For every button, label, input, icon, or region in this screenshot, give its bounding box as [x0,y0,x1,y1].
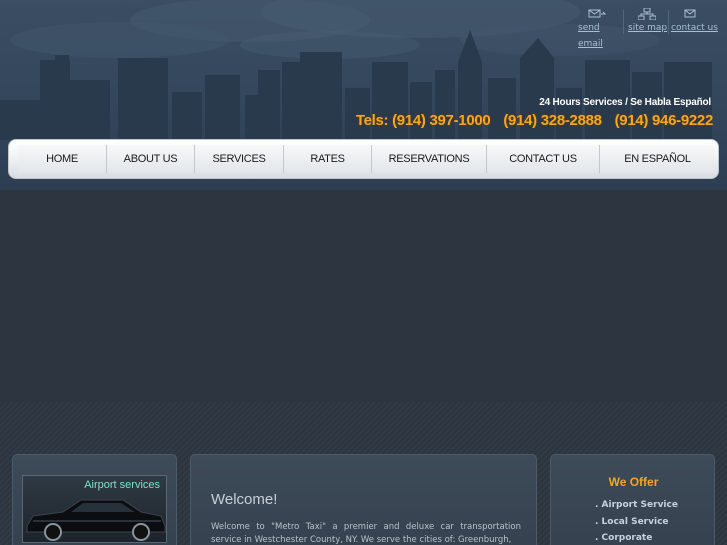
offer-item-corporate[interactable]: . Corporate [595,530,678,545]
nav-about-us[interactable]: ABOUT US [107,145,195,173]
site-map-label[interactable]: site map [628,23,667,33]
main-nav: HOME ABOUT US SERVICES RATES RESERVATION… [8,139,719,179]
header: send email site map contact us 24 Hours … [0,0,727,190]
contact-us-label[interactable]: contact us [671,23,718,33]
nav-rates[interactable]: RATES [284,145,372,173]
phone-numbers: Tels: (914) 397-1000 (914) 328-2888 (914… [356,112,713,129]
nav-contact-us[interactable]: CONTACT US [487,145,600,173]
tagline: 24 Hours Services / Se Habla Español [539,97,711,108]
nav-home[interactable]: HOME [18,145,107,173]
we-offer-title: We Offer [608,475,659,489]
airport-services-title: Airport services [84,479,160,491]
we-offer-box: We Offer . Airport Service . Local Servi… [550,454,715,545]
nav-reservations[interactable]: RESERVATIONS [372,145,487,173]
send-email-label[interactable]: send email [578,23,603,49]
contact-us-link[interactable]: contact us [671,8,726,36]
airport-services-banner[interactable]: Airport services [22,475,167,543]
nav-en-espanol[interactable]: EN ESPAÑOL [600,145,715,173]
nav-services[interactable]: SERVICES [195,145,284,173]
divider [623,10,624,34]
phone-2: (914) 328-2888 [503,112,602,129]
welcome-text: Welcome to "Metro Taxi" a premier and de… [211,522,521,545]
offer-item-local[interactable]: . Local Service [595,514,678,531]
offer-list: . Airport Service . Local Service . Corp… [595,497,678,545]
contact-icon [684,9,696,18]
sitemap-icon [638,8,656,20]
phone-1: Tels: (914) 397-1000 [355,112,491,129]
top-links: send email site map contact us [576,8,726,50]
email-icon [588,9,606,18]
limousine-image [26,499,166,541]
send-email-link[interactable]: send email [578,8,620,52]
welcome-box: Welcome! Welcome to "Metro Taxi" a premi… [190,454,537,545]
airport-services-box: Airport services [12,454,177,545]
phone-3: (914) 946-9222 [614,112,714,129]
welcome-title: Welcome! [211,491,278,508]
banner-area [0,190,727,402]
offer-item-airport[interactable]: . Airport Service [595,497,678,514]
site-map-link[interactable]: site map [628,8,670,36]
